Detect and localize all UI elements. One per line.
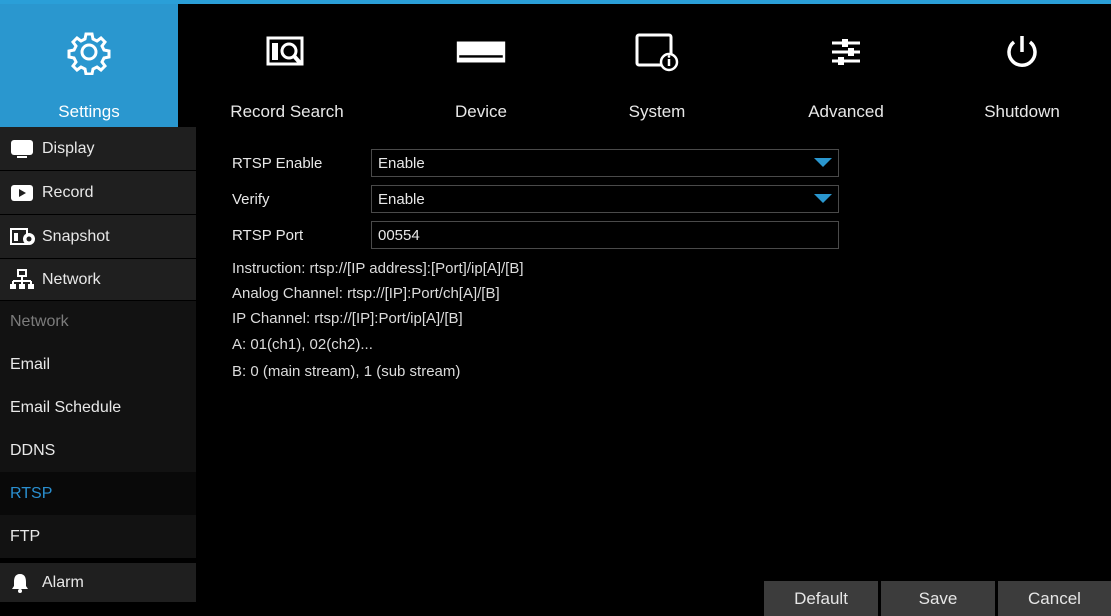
top-nav: Settings Record Search Device System Adv… [0, 0, 1111, 127]
tab-label: Advanced [808, 102, 884, 121]
tab-settings[interactable]: Settings [0, 4, 178, 127]
rtsp-enable-dropdown[interactable]: Enable [371, 149, 839, 177]
chevron-down-icon [814, 194, 832, 203]
monitor-icon [10, 138, 36, 160]
hard-drive-icon [456, 30, 506, 74]
tab-advanced[interactable]: Advanced [757, 4, 935, 127]
submenu-label: DDNS [10, 441, 56, 459]
submenu-network-header[interactable]: Network [0, 301, 196, 343]
analog-channel-text: Analog Channel: rtsp://[IP]:Port/ch[A]/[… [232, 285, 500, 302]
submenu-label: Network [10, 313, 69, 330]
rtsp-settings-panel: RTSP Enable Enable Verify Enable RTSP Po… [196, 127, 1111, 616]
cancel-button[interactable]: Cancel [996, 581, 1111, 616]
tab-label: Settings [58, 102, 120, 121]
tab-label: Device [455, 102, 507, 121]
system-info-icon [632, 30, 682, 74]
power-icon [997, 30, 1047, 74]
submenu-label: Email Schedule [10, 398, 122, 416]
instruction-text: Instruction: rtsp://[IP address]:[Port]/… [232, 260, 524, 277]
record-search-icon [262, 30, 312, 74]
tab-label: Shutdown [984, 102, 1060, 121]
rtsp-enable-label: RTSP Enable [232, 155, 323, 172]
tab-label: System [628, 102, 686, 121]
tab-shutdown[interactable]: Shutdown [933, 4, 1111, 127]
b-legend-text: B: 0 (main stream), 1 (sub stream) [232, 363, 461, 380]
sidebar-item-label: Alarm [42, 573, 84, 591]
snapshot-icon [10, 226, 36, 248]
a-legend-text: A: 01(ch1), 02(ch2)... [232, 336, 373, 353]
submenu-label: FTP [10, 527, 41, 545]
sidebar-item-display[interactable]: Display [0, 127, 196, 171]
sidebar-item-snapshot[interactable]: Snapshot [0, 215, 196, 259]
verify-dropdown[interactable]: Enable [371, 185, 839, 213]
bell-icon [10, 572, 36, 594]
tab-record-search[interactable]: Record Search [198, 4, 376, 127]
sidebar-item-label: Snapshot [42, 227, 110, 245]
sidebar-item-label: Network [42, 270, 101, 288]
save-button[interactable]: Save [879, 581, 995, 616]
ip-channel-text: IP Channel: rtsp://[IP]:Port/ip[A]/[B] [232, 310, 463, 327]
default-button[interactable]: Default [762, 581, 878, 616]
gear-icon [64, 30, 114, 75]
rtsp-port-label: RTSP Port [232, 227, 304, 244]
network-icon [10, 268, 36, 291]
verify-value: Enable [378, 190, 425, 208]
verify-label: Verify [232, 191, 270, 208]
sidebar-item-label: Record [42, 183, 94, 201]
rtsp-port-input[interactable]: 00554 [371, 221, 839, 249]
submenu-email-schedule[interactable]: Email Schedule [0, 386, 196, 429]
submenu-label: RTSP [10, 484, 53, 502]
submenu-label: Email [10, 355, 51, 373]
submenu-email[interactable]: Email [0, 343, 196, 386]
sidebar-item-record[interactable]: Record [0, 171, 196, 215]
sidebar-item-alarm[interactable]: Alarm [0, 563, 196, 603]
tab-label: Record Search [230, 102, 344, 121]
sidebar-item-label: Display [42, 139, 95, 157]
submenu-rtsp[interactable]: RTSP [0, 472, 196, 515]
chevron-down-icon [814, 158, 832, 167]
submenu-ftp[interactable]: FTP [0, 515, 196, 558]
rtsp-enable-value: Enable [378, 154, 425, 172]
sidebar: Display Record Snapshot Network Network … [0, 127, 196, 616]
tab-device[interactable]: Device [392, 4, 570, 127]
sidebar-item-network[interactable]: Network [0, 259, 196, 301]
tab-system[interactable]: System [568, 4, 746, 127]
submenu-ddns[interactable]: DDNS [0, 429, 196, 472]
rtsp-port-value: 00554 [378, 226, 420, 244]
sliders-icon [821, 30, 871, 74]
video-icon [10, 182, 36, 204]
